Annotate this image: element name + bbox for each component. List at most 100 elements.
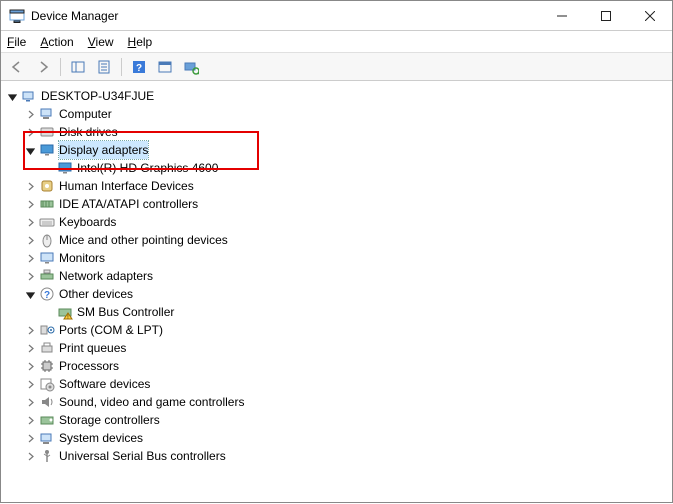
tree-item-label: Other devices: [59, 285, 133, 303]
titlebar: Device Manager: [1, 1, 672, 31]
expander-icon[interactable]: [23, 179, 37, 193]
tree-item-sound-icon: [39, 394, 55, 410]
expander-icon[interactable]: [23, 359, 37, 373]
close-button[interactable]: [628, 1, 672, 31]
help-button[interactable]: ?: [127, 56, 151, 78]
expander-icon[interactable]: [23, 233, 37, 247]
tree-item-label: Network adapters: [59, 267, 153, 285]
expander-icon[interactable]: [23, 287, 37, 301]
tree-child-item-icon: !: [57, 304, 73, 320]
tree-item-port[interactable]: Ports (COM & LPT): [5, 321, 668, 339]
tree-item-storage-icon: [39, 412, 55, 428]
svg-text:?: ?: [44, 290, 50, 301]
tree-item-soft-icon: [39, 376, 55, 392]
tree-root-icon: [21, 88, 37, 104]
tree-item-monitor[interactable]: Monitors: [5, 249, 668, 267]
tree-item-label: Mice and other pointing devices: [59, 231, 228, 249]
tree-item-display[interactable]: Display adapters: [5, 141, 668, 159]
expander-icon[interactable]: [23, 449, 37, 463]
menu-view[interactable]: View: [88, 35, 114, 49]
tree-item-network[interactable]: Network adapters: [5, 267, 668, 285]
menu-action[interactable]: Action: [40, 35, 73, 49]
expander-icon[interactable]: [23, 143, 37, 157]
maximize-button[interactable]: [584, 1, 628, 31]
properties-button[interactable]: [92, 56, 116, 78]
tree-item-cpu[interactable]: Processors: [5, 357, 668, 375]
expander-icon: [41, 161, 55, 175]
tree-item-label: Processors: [59, 357, 119, 375]
scan-hardware-button[interactable]: [153, 56, 177, 78]
expander-icon[interactable]: [23, 395, 37, 409]
show-hide-tree-button[interactable]: [66, 56, 90, 78]
tree-item-storage[interactable]: Storage controllers: [5, 411, 668, 429]
expander-icon[interactable]: [23, 341, 37, 355]
forward-button[interactable]: [31, 56, 55, 78]
menu-help[interactable]: Help: [128, 35, 153, 49]
device-tree[interactable]: DESKTOP-U34FJUEComputerDisk drivesDispla…: [1, 81, 672, 504]
expander-icon[interactable]: [23, 107, 37, 121]
tree-item-printq-icon: [39, 340, 55, 356]
tree-item-hid[interactable]: Human Interface Devices: [5, 177, 668, 195]
tree-item-label: System devices: [59, 429, 143, 447]
tree-item-network-icon: [39, 268, 55, 284]
tree-item-other[interactable]: ? Other devices: [5, 285, 668, 303]
expander-icon[interactable]: [23, 197, 37, 211]
expander-icon: [41, 305, 55, 319]
expander-icon[interactable]: [23, 269, 37, 283]
scan-icon-button[interactable]: [179, 56, 203, 78]
tree-item-computer[interactable]: Computer: [5, 105, 668, 123]
expander-icon[interactable]: [23, 251, 37, 265]
toolbar-separator: [60, 58, 61, 76]
expander-icon[interactable]: [23, 377, 37, 391]
tree-item-keyboard[interactable]: Keyboards: [5, 213, 668, 231]
tree-item-label: Print queues: [59, 339, 126, 357]
tree-item-hid-icon: [39, 178, 55, 194]
tree-item-printq[interactable]: Print queues: [5, 339, 668, 357]
tree-item-label: Display adapters: [59, 141, 148, 159]
tree-item-label: Software devices: [59, 375, 150, 393]
expander-icon[interactable]: [23, 215, 37, 229]
expander-icon[interactable]: [23, 413, 37, 427]
tree-item-ide[interactable]: IDE ATA/ATAPI controllers: [5, 195, 668, 213]
app-icon: [9, 8, 25, 24]
minimize-button[interactable]: [540, 1, 584, 31]
menu-file[interactable]: File: [7, 35, 26, 49]
tree-item-system[interactable]: System devices: [5, 429, 668, 447]
tree-item-computer-icon: [39, 106, 55, 122]
tree-item-usb[interactable]: Universal Serial Bus controllers: [5, 447, 668, 465]
expander-icon[interactable]: [23, 431, 37, 445]
tree-item-monitor-icon: [39, 250, 55, 266]
tree-item-label: Intel(R) HD Graphics 4600: [77, 159, 218, 177]
tree-item-label: SM Bus Controller: [77, 303, 174, 321]
tree-item-label: IDE ATA/ATAPI controllers: [59, 195, 198, 213]
tree-item-label: Storage controllers: [59, 411, 160, 429]
tree-child-item[interactable]: Intel(R) HD Graphics 4600: [5, 159, 668, 177]
back-button[interactable]: [5, 56, 29, 78]
tree-item-keyboard-icon: [39, 214, 55, 230]
tree-item-label: Computer: [59, 105, 112, 123]
tree-item-sound[interactable]: Sound, video and game controllers: [5, 393, 668, 411]
tree-root[interactable]: DESKTOP-U34FJUE: [5, 87, 668, 105]
expander-icon[interactable]: [23, 125, 37, 139]
tree-item-soft[interactable]: Software devices: [5, 375, 668, 393]
tree-item-disk-icon: [39, 124, 55, 140]
tree-item-label: Sound, video and game controllers: [59, 393, 244, 411]
toolbar-separator: [121, 58, 122, 76]
tree-child-item[interactable]: !SM Bus Controller: [5, 303, 668, 321]
expander-icon[interactable]: [23, 323, 37, 337]
toolbar: ?: [1, 53, 672, 81]
tree-item-disk[interactable]: Disk drives: [5, 123, 668, 141]
tree-item-mouse[interactable]: Mice and other pointing devices: [5, 231, 668, 249]
expander-icon[interactable]: [5, 89, 19, 103]
tree-item-cpu-icon: [39, 358, 55, 374]
tree-item-label: Keyboards: [59, 213, 116, 231]
tree-item-label: Disk drives: [59, 123, 118, 141]
tree-child-item-icon: [57, 160, 73, 176]
menubar: File Action View Help: [1, 31, 672, 53]
tree-item-display-icon: [39, 142, 55, 158]
tree-item-other-icon: ?: [39, 286, 55, 302]
svg-text:?: ?: [136, 63, 142, 74]
tree-item-mouse-icon: [39, 232, 55, 248]
window-controls: [540, 1, 672, 31]
tree-item-label: DESKTOP-U34FJUE: [41, 87, 154, 105]
